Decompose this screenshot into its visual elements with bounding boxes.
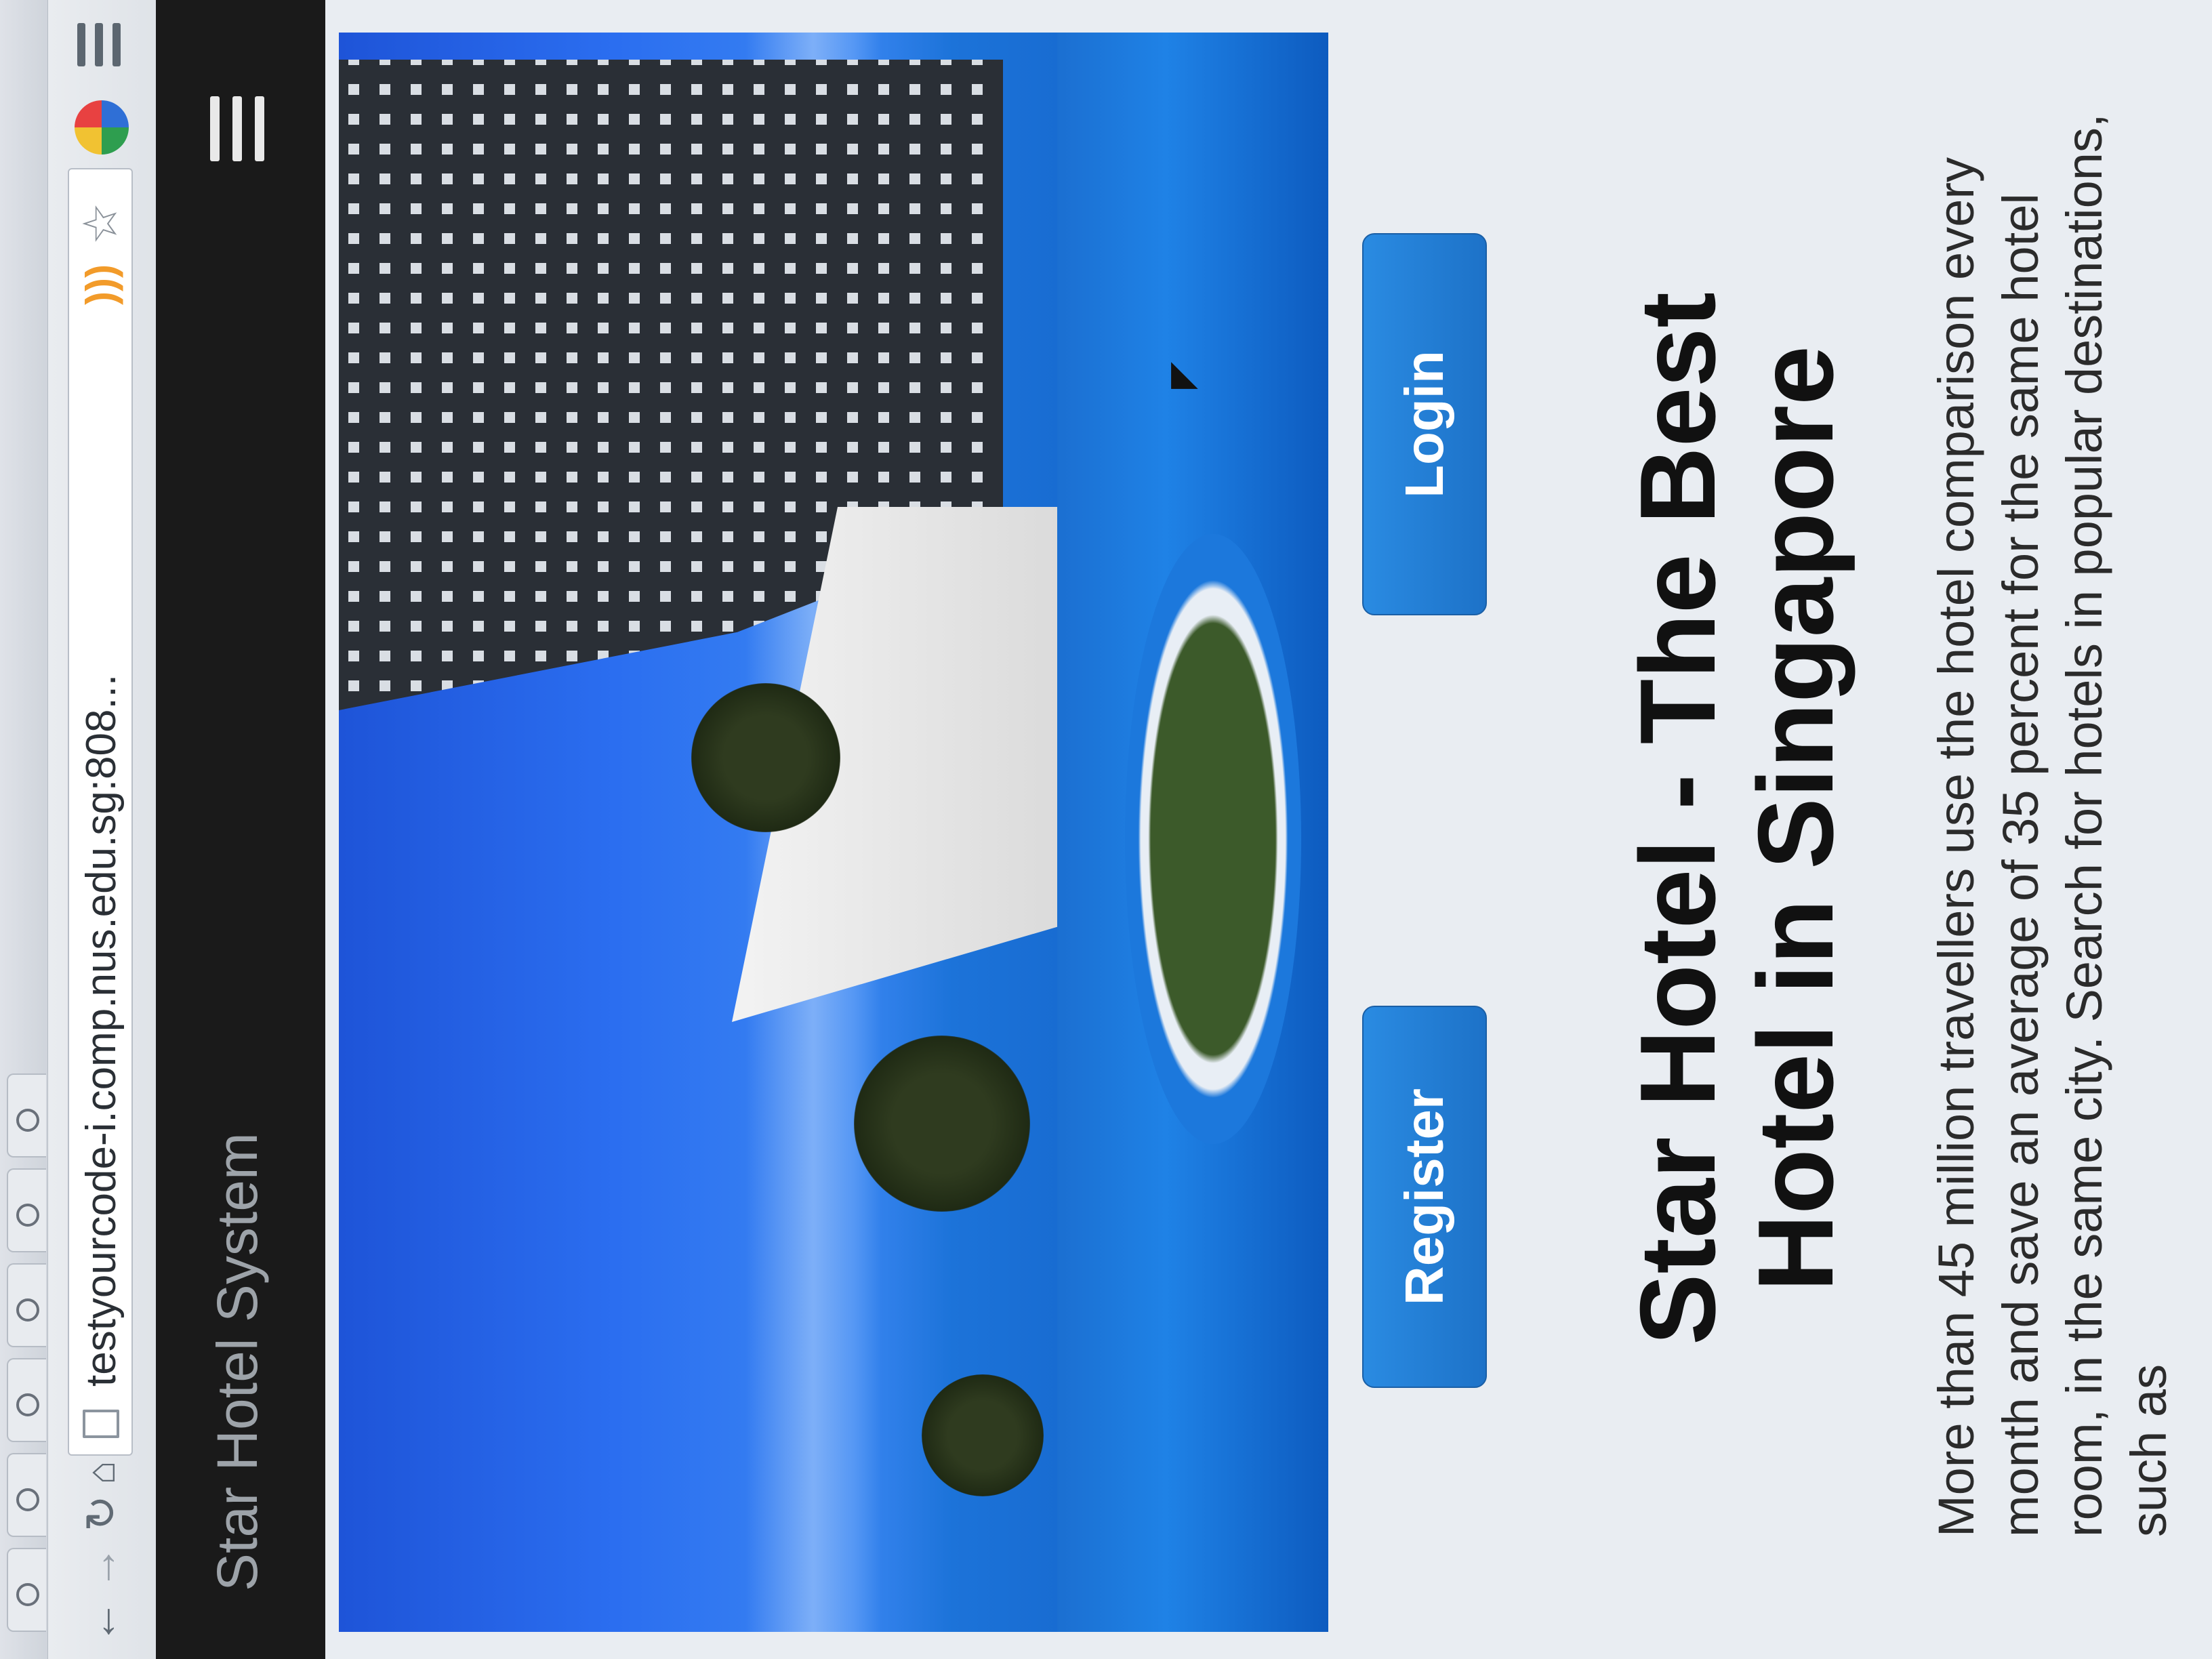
address-bar[interactable]: testyourcode-i.comp.nus.edu.sg:808... ))… xyxy=(68,168,133,1456)
back-arrow-icon[interactable]: ← xyxy=(70,1591,131,1652)
browser-tab[interactable] xyxy=(7,1263,46,1347)
page-icon xyxy=(83,1410,119,1438)
hero-image xyxy=(339,33,1328,1632)
bookmark-star-icon[interactable]: ☆ xyxy=(74,199,127,248)
forward-arrow-icon[interactable]: → xyxy=(70,1537,131,1598)
browser-tab[interactable] xyxy=(7,1168,46,1252)
page-title: Star Hotel - The Best Hotel in Singapore xyxy=(1618,292,1856,1345)
tab-favicon-icon xyxy=(16,1393,39,1416)
tab-favicon-icon xyxy=(16,1204,39,1227)
tab-favicon-icon xyxy=(16,1109,39,1132)
register-button[interactable]: Register xyxy=(1362,1006,1487,1388)
palm-tree xyxy=(854,1036,1030,1212)
palm-tree xyxy=(922,1374,1044,1496)
browser-tab[interactable] xyxy=(7,1358,46,1442)
page-frame: ← → ↻ ⌂ testyourcode-i.comp.nus.edu.sg:8… xyxy=(0,0,2212,1659)
login-button[interactable]: Login xyxy=(1362,233,1487,615)
tab-favicon-icon xyxy=(16,1488,39,1511)
navbar-brand[interactable]: Star Hotel System xyxy=(205,1132,270,1591)
browser-toolbar: ← → ↻ ⌂ testyourcode-i.comp.nus.edu.sg:8… xyxy=(0,0,157,1659)
tab-strip xyxy=(0,0,48,1659)
browser-menu-icon[interactable] xyxy=(77,23,121,66)
site-navbar: Star Hotel System xyxy=(156,0,325,1659)
url-text: testyourcode-i.comp.nus.edu.sg:808... xyxy=(78,674,125,1387)
browser-tab[interactable] xyxy=(7,1548,46,1632)
palm-tree xyxy=(691,683,840,832)
rss-icon[interactable]: ))) xyxy=(76,260,125,309)
pool-island xyxy=(1125,534,1301,1144)
browser-tab[interactable] xyxy=(7,1073,46,1158)
browser-tab[interactable] xyxy=(7,1453,46,1537)
extension-icon[interactable] xyxy=(75,100,129,155)
hamburger-menu-icon[interactable] xyxy=(210,96,264,161)
hero-description: More than 45 million travellers use the … xyxy=(1928,113,2177,1537)
navigation-row: ← → ↻ ⌂ testyourcode-i.comp.nus.edu.sg:8… xyxy=(54,0,149,1659)
tab-favicon-icon xyxy=(16,1583,39,1606)
tab-favicon-icon xyxy=(16,1298,39,1322)
